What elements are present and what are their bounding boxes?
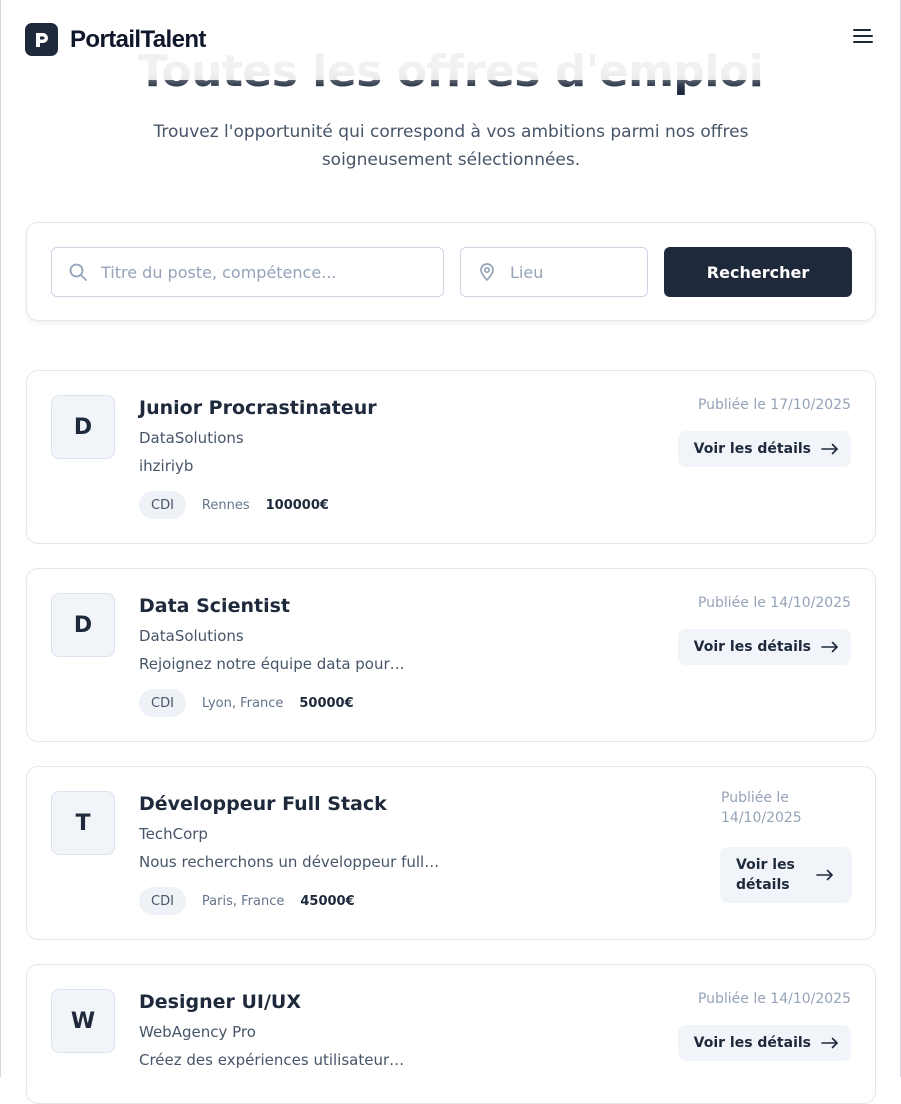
publication-date: Publiée le 14/10/2025 <box>697 991 851 1007</box>
job-title[interactable]: Designer UI/UX <box>139 991 301 1013</box>
job-description: Nous recherchons un développeur full… <box>139 853 440 871</box>
company-avatar: D <box>51 395 115 459</box>
company-avatar: W <box>51 989 115 1053</box>
page-subtitle: Trouvez l'opportunité qui correspond à v… <box>153 122 749 170</box>
company-avatar: T <box>51 791 115 855</box>
job-location: Rennes <box>201 497 250 513</box>
job-search-input[interactable]: Titre du poste, compétence... <box>51 247 444 297</box>
company-avatar: D <box>51 593 115 657</box>
publication-date: Publiée le 17/10/2025 <box>697 397 851 413</box>
view-details-button[interactable]: Voir les détails <box>677 431 851 467</box>
job-card: W Designer UI/UX WebAgency Pro Créez des… <box>26 964 876 1104</box>
job-tags: CDI Lyon, France 50000€ <box>139 689 354 717</box>
contract-type-badge: CDI <box>139 887 186 915</box>
search-panel: Titre du poste, compétence... Lieu Reche… <box>26 222 876 321</box>
location-placeholder: Lieu <box>510 262 544 282</box>
arrow-right-icon <box>821 641 838 653</box>
job-location: Paris, France <box>201 893 285 909</box>
search-icon <box>69 263 87 281</box>
job-tags: CDI Paris, France 45000€ <box>139 887 355 915</box>
job-card: D Junior Procrastinateur DataSolutions i… <box>26 370 876 544</box>
search-button[interactable]: Rechercher <box>664 247 852 297</box>
job-card: T Développeur Full Stack TechCorp Nous r… <box>26 766 876 940</box>
view-details-button[interactable]: Voir les détails <box>677 629 851 665</box>
job-title[interactable]: Data Scientist <box>139 595 290 617</box>
job-description: Créez des expériences utilisateur… <box>139 1051 405 1069</box>
job-title[interactable]: Développeur Full Stack <box>139 793 387 815</box>
job-description: ihziriyb <box>139 457 194 475</box>
job-salary: 100000€ <box>265 497 329 513</box>
job-search-placeholder: Titre du poste, compétence... <box>101 262 337 282</box>
company-name: TechCorp <box>139 825 208 843</box>
job-tags: CDI Rennes 100000€ <box>139 491 329 519</box>
company-name: DataSolutions <box>139 627 244 645</box>
brand-logo[interactable] <box>25 23 58 56</box>
view-details-label: Voir les détails <box>693 1035 811 1051</box>
view-details-label: Voir les détails <box>693 639 811 655</box>
location-input[interactable]: Lieu <box>460 247 648 297</box>
job-title[interactable]: Junior Procrastinateur <box>139 397 377 419</box>
job-location: Lyon, France <box>201 695 284 711</box>
job-salary: 45000€ <box>300 893 355 909</box>
company-name: WebAgency Pro <box>139 1023 256 1041</box>
hamburger-menu-icon[interactable] <box>853 28 875 46</box>
publication-date: Publiée le 14/10/2025 <box>721 790 802 826</box>
arrow-right-icon <box>821 443 838 455</box>
publication-date: Publiée le 14/10/2025 <box>697 595 851 611</box>
arrow-right-icon <box>816 869 833 881</box>
view-details-button[interactable]: Voir les détails <box>720 847 852 903</box>
view-details-label: Voir les détails <box>736 857 795 893</box>
logo-p-icon <box>36 32 48 47</box>
view-details-label: Voir les détails <box>693 441 811 457</box>
job-card: D Data Scientist DataSolutions Rejoignez… <box>26 568 876 742</box>
view-details-button[interactable]: Voir les détails <box>677 1025 851 1061</box>
arrow-right-icon <box>821 1037 838 1049</box>
contract-type-badge: CDI <box>139 491 186 519</box>
job-description: Rejoignez notre équipe data pour… <box>139 655 405 673</box>
company-name: DataSolutions <box>139 429 244 447</box>
brand-name[interactable]: PortailTalent <box>70 26 206 54</box>
job-salary: 50000€ <box>299 695 354 711</box>
contract-type-badge: CDI <box>139 689 186 717</box>
map-pin-icon <box>480 263 494 281</box>
